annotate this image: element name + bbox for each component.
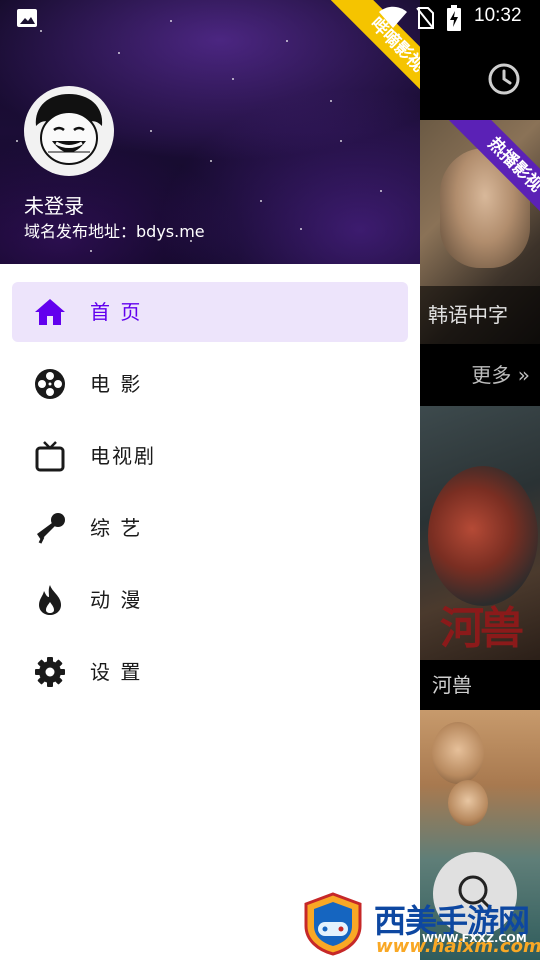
film-reel-icon [35, 369, 65, 399]
domain-info: 域名发布地址：bdys.me [24, 222, 205, 241]
menu-item-variety[interactable]: 综 艺 [12, 498, 408, 558]
menu-item-label: 综 艺 [90, 516, 143, 540]
poster-image [432, 722, 484, 784]
watermark: 西美手游网 WWW.FXXZ.COM www.haixm.com [302, 890, 540, 960]
navigation-drawer: 哔嘀影视 未登录 域名发布地址：bdys.me 首 页 电 影 电视剧 综 艺 … [0, 0, 420, 960]
menu-item-label: 电视剧 [90, 444, 156, 468]
more-link[interactable]: 更多 » [420, 344, 540, 406]
no-sim-icon [416, 7, 434, 29]
tv-icon [35, 441, 65, 472]
movie-card-poster[interactable]: 河兽 [420, 406, 540, 660]
hot-ribbon-label: 热播影视 [444, 120, 540, 230]
fire-icon [39, 585, 61, 615]
movie-card-caption: 河兽 [420, 660, 540, 710]
battery-charging-icon [447, 5, 461, 31]
watermark-url: www.haixm.com [376, 936, 540, 957]
avatar[interactable] [24, 86, 114, 176]
home-icon [35, 299, 65, 325]
menu-item-home[interactable]: 首 页 [12, 282, 408, 342]
clock: 10:32 [474, 5, 522, 26]
history-icon[interactable] [486, 61, 522, 97]
gamepad-shield-logo [304, 892, 362, 956]
wifi-icon [379, 6, 407, 28]
status-bar: 10:32 [0, 0, 540, 38]
gear-icon [35, 657, 65, 687]
menu-item-label: 设 置 [90, 660, 143, 684]
menu-item-anime[interactable]: 动 漫 [12, 570, 408, 630]
menu-item-label: 动 漫 [90, 588, 143, 612]
menu-item-tv-series[interactable]: 电视剧 [12, 426, 408, 486]
login-status[interactable]: 未登录 [24, 190, 84, 219]
microphone-icon [37, 513, 65, 544]
gallery-icon [17, 9, 37, 27]
poster-image [448, 780, 488, 826]
menu-item-label: 首 页 [90, 300, 143, 324]
menu-item-settings[interactable]: 设 置 [12, 642, 408, 702]
movie-card-caption: 韩语中字 [420, 286, 540, 344]
drawer-header: 哔嘀影视 未登录 域名发布地址：bdys.me [0, 0, 420, 264]
poster-title-text: 河兽 [440, 603, 524, 654]
poster-image [428, 466, 538, 606]
avatar-image [35, 94, 103, 165]
hot-ribbon: 热播影视 [420, 120, 540, 230]
menu-item-label: 电 影 [90, 372, 143, 396]
menu-item-movies[interactable]: 电 影 [12, 354, 408, 414]
